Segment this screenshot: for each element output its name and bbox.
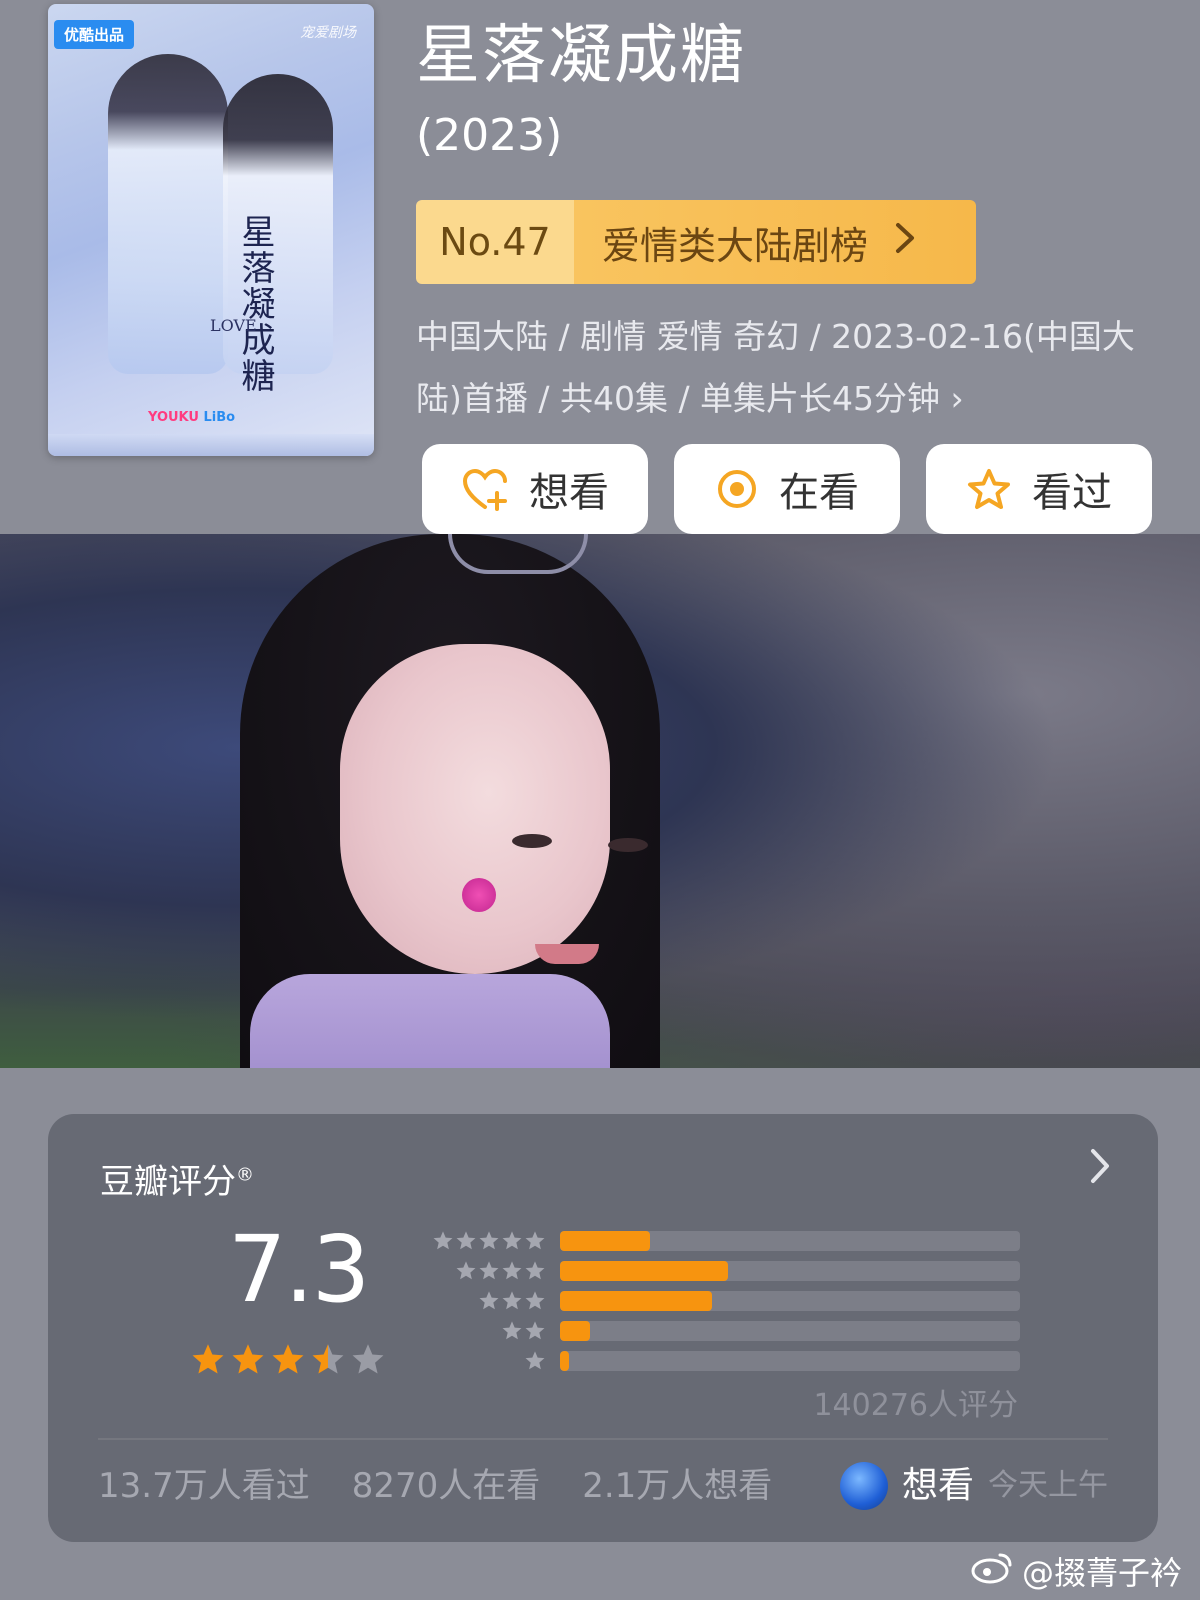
distribution-fill-bar [560, 1231, 651, 1251]
distribution-track [560, 1351, 1020, 1371]
friend-activity[interactable]: 想看 今天上午 [839, 1458, 1108, 1514]
douban-rating-card[interactable]: 豆瓣评分® 7.3 140276人评分 13.7万人看过 8270人在看 2.1… [48, 1114, 1158, 1542]
stat-watching: 8270人在看 [351, 1466, 541, 1506]
heart-plus-icon [461, 467, 509, 511]
star-outline-icon [966, 467, 1012, 511]
distribution-fill-bar [560, 1351, 570, 1371]
still-lips [535, 944, 599, 964]
stat-watched: 13.7万人看过 [98, 1466, 310, 1506]
rating-distribution [426, 1226, 1066, 1376]
release-year: (2023) [416, 110, 563, 161]
still-eye-right [608, 838, 648, 852]
distribution-fill-bar [560, 1321, 590, 1341]
rating-star-icon [352, 1344, 384, 1374]
still-hair-ornament [448, 534, 588, 574]
watched-button[interactable]: 看过 [926, 444, 1152, 534]
small-star-icon [525, 1321, 545, 1340]
rating-label: 豆瓣评分® [100, 1154, 254, 1203]
poster-footer [48, 434, 374, 456]
watching-label: 在看 [779, 470, 859, 516]
poster-calligraphy: 星落凝成糖 [235, 214, 275, 394]
small-star-icon [502, 1231, 522, 1250]
distribution-track [560, 1291, 1020, 1311]
small-star-icon [525, 1291, 545, 1310]
small-star-icon [479, 1291, 499, 1310]
rating-stars [190, 1342, 386, 1378]
rating-label-text: 豆瓣评分 [100, 1162, 236, 1202]
small-star-icon [456, 1231, 476, 1250]
drama-still-image[interactable] [0, 534, 1200, 1068]
audience-stats: 13.7万人看过 8270人在看 2.1万人想看 [98, 1456, 772, 1516]
poster-brand-youku: YOUKU [148, 410, 199, 425]
registered-mark: ® [236, 1164, 254, 1186]
distribution-track [560, 1231, 1020, 1251]
distribution-row-stars [426, 1290, 546, 1312]
chevron-right-icon [894, 220, 916, 264]
small-star-icon [433, 1231, 453, 1250]
distribution-track [560, 1261, 1020, 1281]
poster-love-text: LOVE [210, 316, 257, 335]
distribution-row [426, 1226, 1066, 1256]
rating-star-icon [192, 1344, 224, 1374]
poster-brand-other: LiBo [203, 410, 236, 425]
stat-want: 2.1万人想看 [582, 1466, 773, 1506]
distribution-fill-bar [560, 1291, 712, 1311]
still-robe [250, 974, 610, 1068]
rating-star-icon [272, 1344, 304, 1374]
still-eye-left [512, 834, 552, 848]
distribution-row [426, 1316, 1066, 1346]
rank-category-label: 爱情类大陆剧榜 [602, 223, 869, 268]
distribution-row [426, 1256, 1066, 1286]
distribution-row-stars [426, 1230, 546, 1252]
weibo-watermark: @掇菁子衿 [970, 1548, 1182, 1594]
poster-image[interactable]: 优酷出品 宠爱剧场 星落凝成糖 LOVE YOUKU LiBo [48, 4, 374, 456]
poster-top-brand: 宠爱剧场 [300, 25, 356, 41]
distribution-row-stars [426, 1350, 546, 1372]
distribution-track [560, 1321, 1020, 1341]
watching-button[interactable]: 在看 [674, 444, 900, 534]
poster-badge: 优酷出品 [54, 20, 135, 49]
poster-brand-bar: YOUKU LiBo [148, 410, 235, 425]
still-face [340, 644, 610, 974]
distribution-row [426, 1346, 1066, 1376]
small-star-icon [479, 1231, 499, 1250]
watched-label: 看过 [1032, 470, 1112, 516]
rank-category: 爱情类大陆剧榜 [574, 200, 976, 284]
distribution-row-stars [426, 1320, 546, 1342]
still-flower-mark [462, 878, 496, 912]
small-star-icon [525, 1231, 545, 1250]
friend-avatar [839, 1462, 888, 1510]
small-star-icon [502, 1261, 522, 1280]
small-star-icon [456, 1261, 476, 1280]
ranking-banner[interactable]: No.47 爱情类大陆剧榜 [416, 200, 976, 284]
want-to-watch-button[interactable]: 想看 [422, 444, 648, 534]
want-to-watch-label: 想看 [529, 470, 609, 516]
distribution-row [426, 1286, 1066, 1316]
friend-action: 想看 [901, 1465, 974, 1506]
target-circle-icon [715, 467, 759, 511]
watermark-text: @掇菁子衿 [1021, 1554, 1182, 1592]
weibo-icon [970, 1549, 1014, 1593]
show-meta-info[interactable]: 中国大陆 / 剧情 爱情 奇幻 / 2023-02-16(中国大陆)首播 / 共… [416, 306, 1156, 430]
rating-more-chevron-icon[interactable] [1088, 1146, 1112, 1197]
rank-number: No.47 [416, 200, 574, 284]
distribution-row-stars [426, 1260, 546, 1282]
small-star-icon [502, 1321, 522, 1340]
small-star-icon [502, 1291, 522, 1310]
page-title: 星落凝成糖 [416, 19, 746, 93]
rating-star-icon [232, 1344, 264, 1374]
friend-time: 今天上午 [988, 1468, 1108, 1503]
rating-count: 140276人评分 [813, 1388, 1018, 1423]
rating-star-icon [312, 1344, 344, 1374]
distribution-fill-bar [560, 1261, 728, 1281]
small-star-icon [479, 1261, 499, 1280]
rating-score: 7.3 [228, 1216, 370, 1323]
small-star-icon [525, 1261, 545, 1280]
small-star-icon [525, 1351, 545, 1370]
card-divider [98, 1438, 1108, 1440]
